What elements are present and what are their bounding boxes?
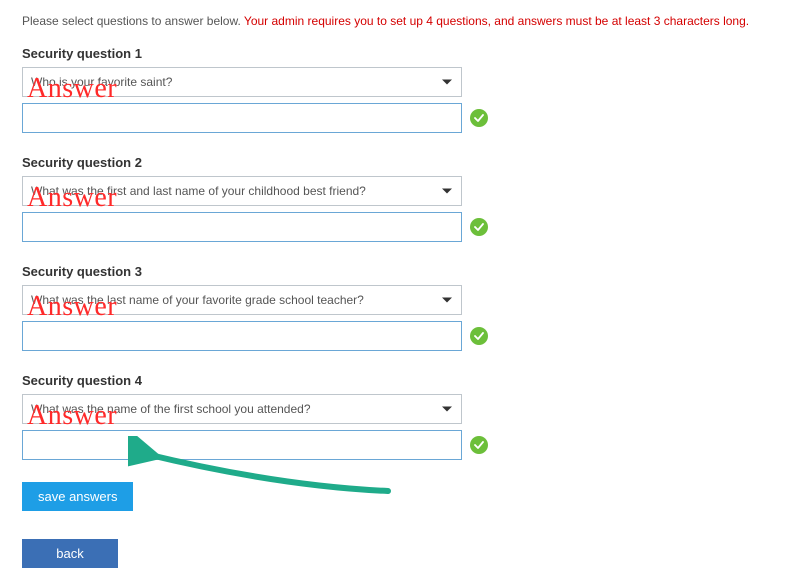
security-question-select-1[interactable]: Who is your favorite saint?	[22, 67, 462, 97]
security-question-group-1: Security question 1 Who is your favorite…	[22, 46, 787, 133]
back-button[interactable]: back	[22, 539, 118, 568]
security-question-group-3: Security question 3 What was the last na…	[22, 264, 787, 351]
select-display: What was the name of the first school yo…	[22, 394, 462, 424]
security-question-label: Security question 3	[22, 264, 787, 279]
security-question-select-4[interactable]: What was the name of the first school yo…	[22, 394, 462, 424]
instruction-warning: Your admin requires you to set up 4 ques…	[244, 14, 749, 28]
checkmark-icon	[470, 218, 488, 236]
answer-input-4[interactable]	[22, 430, 462, 460]
select-display: What was the last name of your favorite …	[22, 285, 462, 315]
answer-input-3[interactable]	[22, 321, 462, 351]
checkmark-icon	[470, 327, 488, 345]
security-question-label: Security question 1	[22, 46, 787, 61]
security-question-select-3[interactable]: What was the last name of your favorite …	[22, 285, 462, 315]
save-answers-button[interactable]: save answers	[22, 482, 133, 511]
instruction-text: Please select questions to answer below.…	[22, 14, 787, 28]
security-question-select-2[interactable]: What was the first and last name of your…	[22, 176, 462, 206]
security-question-label: Security question 4	[22, 373, 787, 388]
checkmark-icon	[470, 109, 488, 127]
answer-input-1[interactable]	[22, 103, 462, 133]
instruction-prefix: Please select questions to answer below.	[22, 14, 244, 28]
security-question-group-4: Security question 4 What was the name of…	[22, 373, 787, 460]
security-question-label: Security question 2	[22, 155, 787, 170]
security-question-group-2: Security question 2 What was the first a…	[22, 155, 787, 242]
checkmark-icon	[470, 436, 488, 454]
select-display: What was the first and last name of your…	[22, 176, 462, 206]
select-display: Who is your favorite saint?	[22, 67, 462, 97]
answer-input-2[interactable]	[22, 212, 462, 242]
